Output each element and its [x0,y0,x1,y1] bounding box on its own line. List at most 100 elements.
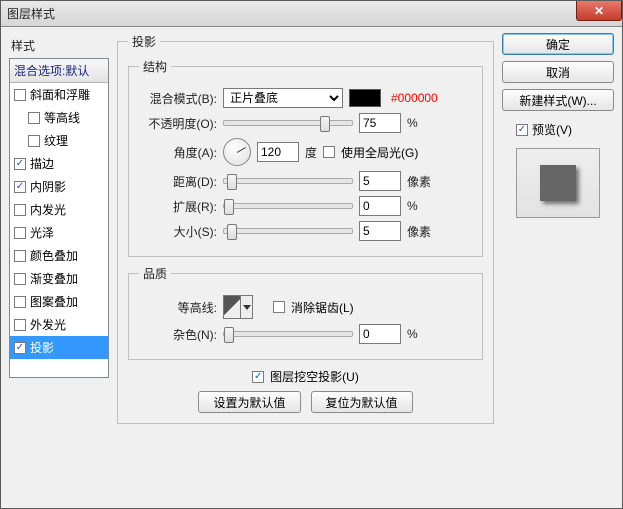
blend-mode-label: 混合模式(B): [139,90,217,107]
style-checkbox[interactable] [14,319,26,331]
knockout-checkbox[interactable] [252,371,264,383]
style-item-3[interactable]: 描边 [10,152,108,175]
styles-header: 样式 [9,33,109,58]
distance-label: 距离(D): [139,173,217,190]
style-item-label: 纹理 [44,132,68,149]
style-checkbox[interactable] [28,112,40,124]
preview-checkbox[interactable] [516,124,528,136]
style-item-5[interactable]: 内发光 [10,198,108,221]
make-default-button[interactable]: 设置为默认值 [198,391,300,413]
contour-picker[interactable] [223,295,253,319]
opacity-slider[interactable] [223,120,353,126]
style-item-11[interactable]: 投影 [10,336,108,359]
style-item-0[interactable]: 斜面和浮雕 [10,83,108,106]
blend-mode-select[interactable]: 正片叠底 [223,88,343,108]
cancel-button[interactable]: 取消 [502,61,614,83]
style-item-label: 颜色叠加 [30,247,78,264]
style-item-8[interactable]: 渐变叠加 [10,267,108,290]
angle-label: 角度(A): [139,144,217,161]
right-column: 确定 取消 新建样式(W)... 预览(V) [502,33,614,500]
style-checkbox[interactable] [14,342,26,354]
ok-button[interactable]: 确定 [502,33,614,55]
size-unit: 像素 [407,223,431,240]
style-item-6[interactable]: 光泽 [10,221,108,244]
style-item-9[interactable]: 图案叠加 [10,290,108,313]
style-item-label: 内阴影 [30,178,66,195]
titlebar[interactable]: 图层样式 ✕ [1,1,622,27]
style-item-label: 投影 [30,339,54,356]
effect-panel: 投影 结构 混合模式(B): 正片叠底 #000000 不透明度(O): [117,33,494,500]
size-label: 大小(S): [139,223,217,240]
color-hex-text: #000000 [391,91,438,105]
noise-unit: % [407,327,418,341]
quality-legend: 品质 [139,265,171,282]
noise-input[interactable] [359,324,401,344]
angle-unit: 度 [305,144,317,161]
panel-fieldset: 投影 结构 混合模式(B): 正片叠底 #000000 不透明度(O): [117,33,494,424]
style-checkbox[interactable] [14,296,26,308]
knockout-label: 图层挖空投影(U) [270,368,359,385]
style-item-7[interactable]: 颜色叠加 [10,244,108,267]
style-checkbox[interactable] [14,227,26,239]
preview-swatch [540,165,576,201]
preview-label: 预览(V) [532,121,572,138]
style-item-2[interactable]: 纹理 [10,129,108,152]
spread-slider[interactable] [223,203,353,209]
opacity-input[interactable] [359,113,401,133]
size-input[interactable] [359,221,401,241]
global-light-checkbox[interactable] [323,146,335,158]
panel-title: 投影 [128,33,160,50]
angle-dial[interactable] [223,138,251,166]
close-icon: ✕ [594,4,604,18]
style-item-1[interactable]: 等高线 [10,106,108,129]
spread-unit: % [407,199,418,213]
style-checkbox[interactable] [28,135,40,147]
distance-unit: 像素 [407,173,431,190]
distance-slider[interactable] [223,178,353,184]
window-title: 图层样式 [7,5,55,22]
style-checkbox[interactable] [14,89,26,101]
blend-options-row[interactable]: 混合选项:默认 [10,59,108,83]
close-button[interactable]: ✕ [576,1,622,21]
opacity-unit: % [407,116,418,130]
color-swatch[interactable] [349,89,381,107]
quality-group: 品质 等高线: 消除锯齿(L) 杂色(N): % [128,265,483,360]
opacity-label: 不透明度(O): [139,115,217,132]
styles-column: 样式 混合选项:默认 斜面和浮雕等高线纹理描边内阴影内发光光泽颜色叠加渐变叠加图… [9,33,109,500]
style-item-label: 斜面和浮雕 [30,86,90,103]
noise-slider[interactable] [223,331,353,337]
size-slider[interactable] [223,228,353,234]
global-light-label: 使用全局光(G) [341,144,418,161]
structure-group: 结构 混合模式(B): 正片叠底 #000000 不透明度(O): % [128,58,483,257]
chevron-down-icon [243,305,251,310]
preview-thumbnail [516,148,600,218]
new-style-button[interactable]: 新建样式(W)... [502,89,614,111]
angle-input[interactable] [257,142,299,162]
layer-style-dialog: 图层样式 ✕ 样式 混合选项:默认 斜面和浮雕等高线纹理描边内阴影内发光光泽颜色… [0,0,623,509]
structure-legend: 结构 [139,58,171,75]
style-item-label: 等高线 [44,109,80,126]
reset-default-button[interactable]: 复位为默认值 [311,391,413,413]
style-checkbox[interactable] [14,273,26,285]
style-item-4[interactable]: 内阴影 [10,175,108,198]
style-item-label: 图案叠加 [30,293,78,310]
style-checkbox[interactable] [14,250,26,262]
contour-label: 等高线: [139,299,217,316]
noise-label: 杂色(N): [139,326,217,343]
style-checkbox[interactable] [14,158,26,170]
style-item-label: 外发光 [30,316,66,333]
style-checkbox[interactable] [14,204,26,216]
antialias-label: 消除锯齿(L) [291,299,354,316]
style-item-label: 描边 [30,155,54,172]
distance-input[interactable] [359,171,401,191]
spread-input[interactable] [359,196,401,216]
style-item-label: 光泽 [30,224,54,241]
spread-label: 扩展(R): [139,198,217,215]
antialias-checkbox[interactable] [273,301,285,313]
style-item-10[interactable]: 外发光 [10,313,108,336]
style-checkbox[interactable] [14,181,26,193]
style-item-label: 内发光 [30,201,66,218]
styles-list: 混合选项:默认 斜面和浮雕等高线纹理描边内阴影内发光光泽颜色叠加渐变叠加图案叠加… [9,58,109,378]
style-item-label: 渐变叠加 [30,270,78,287]
dialog-body: 样式 混合选项:默认 斜面和浮雕等高线纹理描边内阴影内发光光泽颜色叠加渐变叠加图… [1,27,622,508]
